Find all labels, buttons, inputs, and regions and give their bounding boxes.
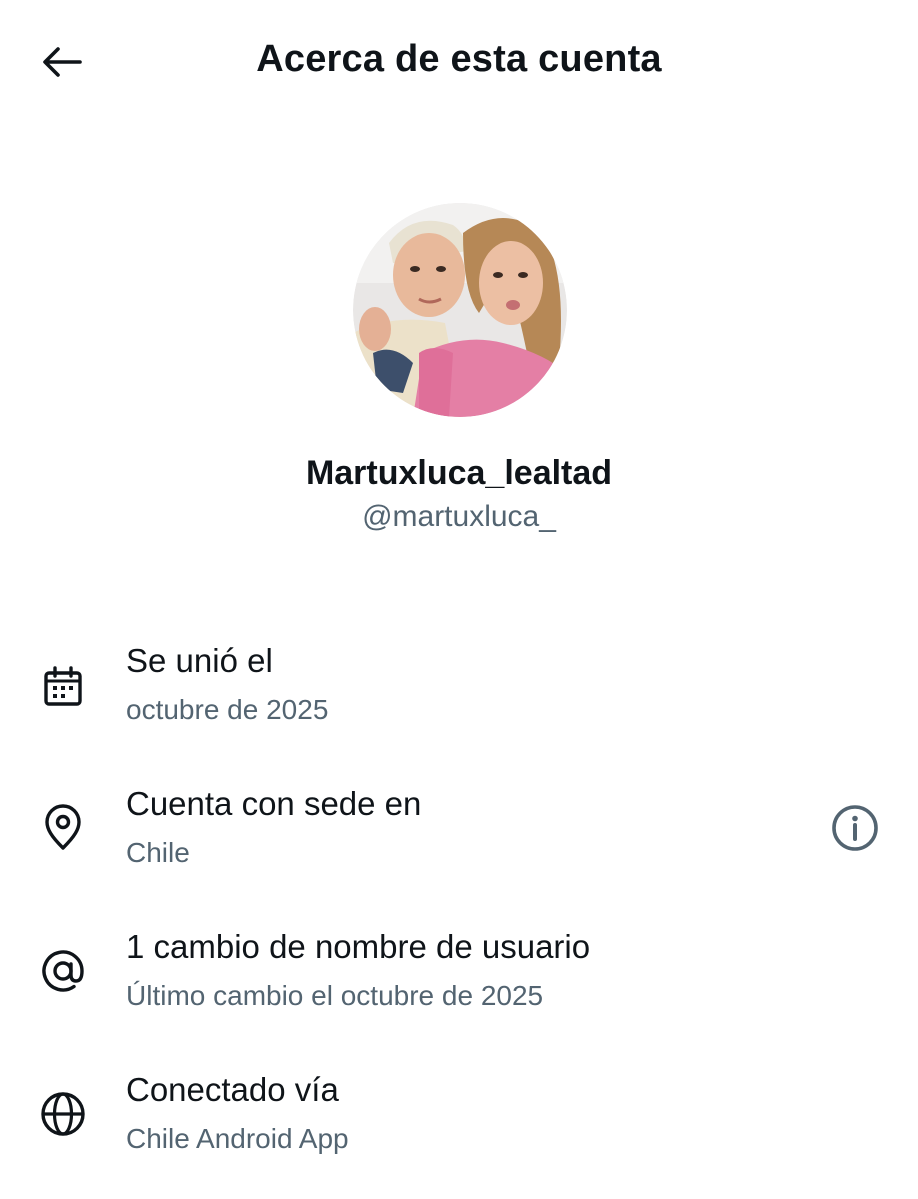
profile-photo bbox=[353, 203, 567, 417]
joined-label: Se unió el bbox=[126, 642, 273, 679]
location-label: Cuenta con sede en bbox=[126, 785, 422, 822]
joined-row: Se unió el octubre de 2025 bbox=[0, 632, 918, 742]
top-bar: Acerca de esta cuenta bbox=[0, 0, 918, 120]
info-button[interactable] bbox=[826, 799, 884, 857]
location-pin-icon bbox=[38, 803, 88, 853]
connected-via-value: Chile Android App bbox=[126, 1123, 349, 1154]
location-value: Chile bbox=[126, 837, 190, 868]
connected-via-label: Conectado vía bbox=[126, 1071, 339, 1108]
location-row: Cuenta con sede en Chile bbox=[0, 775, 918, 885]
avatar[interactable] bbox=[353, 203, 567, 417]
globe-icon bbox=[38, 1089, 88, 1139]
info-icon bbox=[832, 805, 878, 851]
page-title: Acerca de esta cuenta bbox=[256, 38, 662, 80]
joined-date: octubre de 2025 bbox=[126, 694, 329, 725]
username-changes-label: 1 cambio de nombre de usuario bbox=[126, 928, 591, 965]
connected-via-row: Conectado vía Chile Android App bbox=[0, 1061, 918, 1171]
calendar-icon bbox=[38, 662, 88, 712]
at-sign-icon bbox=[38, 946, 88, 996]
username-handle: @martuxluca_ bbox=[362, 500, 556, 533]
username-changes-row: 1 cambio de nombre de usuario Último cam… bbox=[0, 918, 918, 1028]
username-last-change: Último cambio el octubre de 2025 bbox=[126, 980, 544, 1011]
display-name: Martuxluca_lealtad bbox=[305, 454, 613, 492]
